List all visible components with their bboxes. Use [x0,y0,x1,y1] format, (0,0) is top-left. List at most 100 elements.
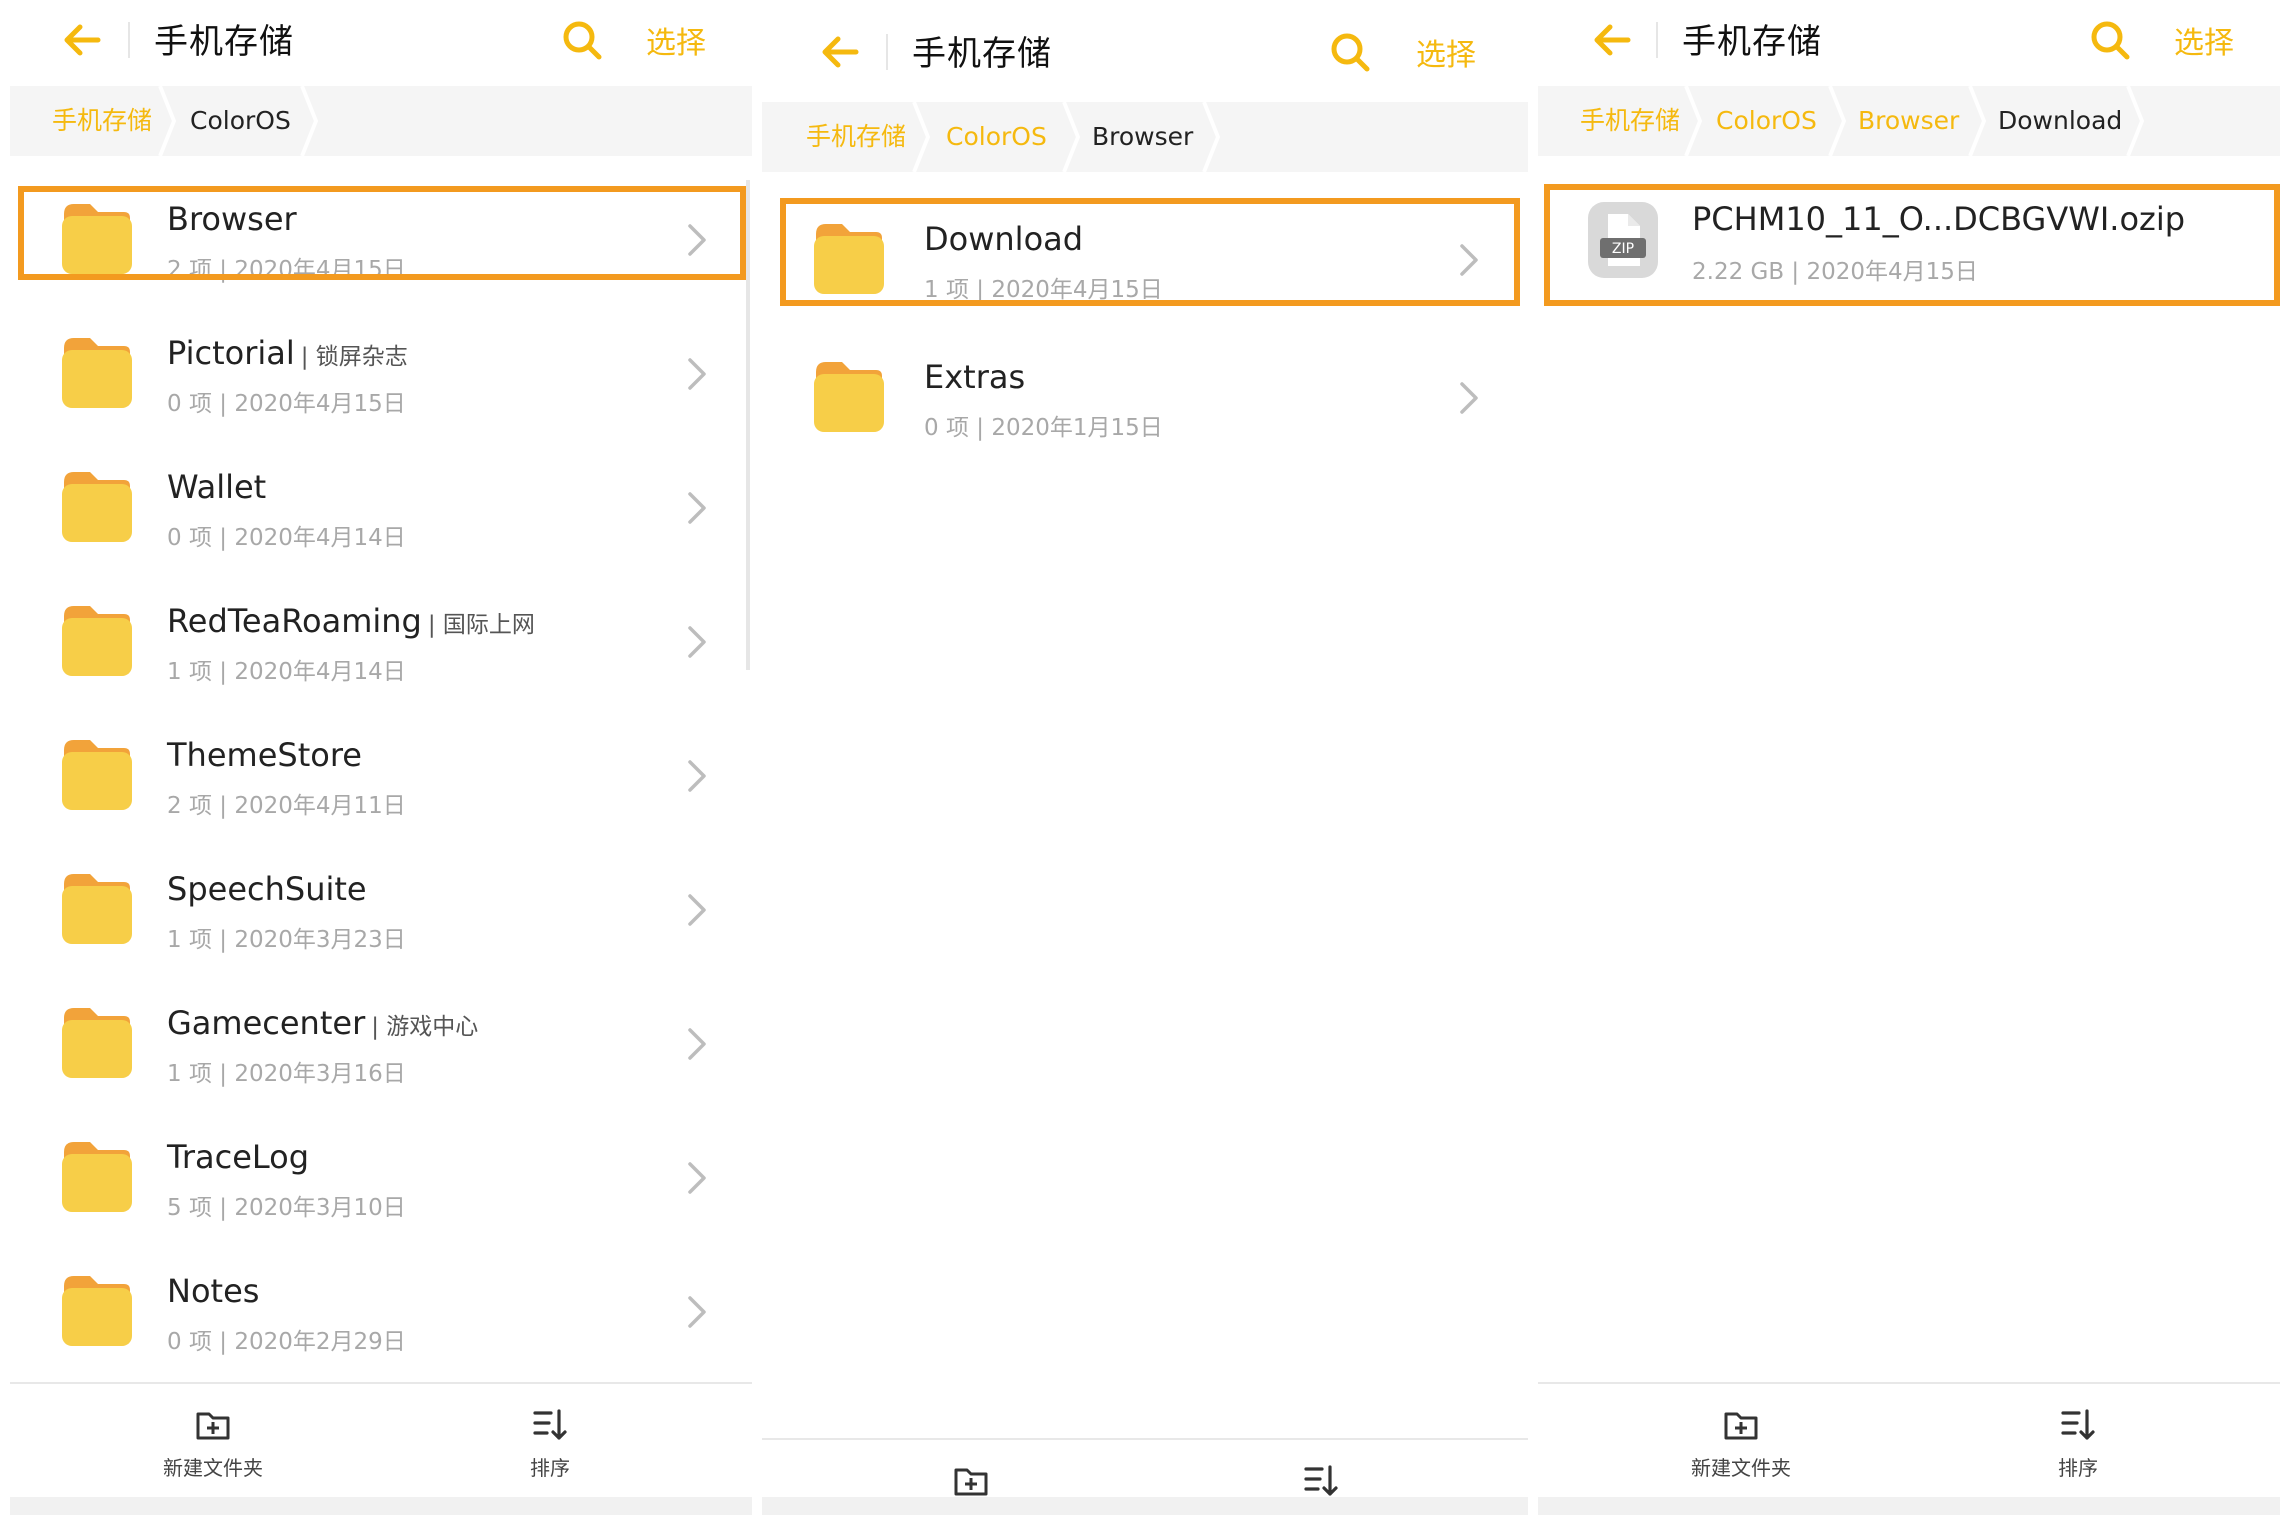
breadcrumb-item-download[interactable]: Download [1998,86,2122,156]
folder-name: Pictorial | 锁屏杂志 [167,334,408,372]
breadcrumb-item-phone-storage[interactable]: 手机存储 [52,86,152,156]
folder-name: Extras [924,358,1026,396]
new-folder-icon[interactable] [952,1462,990,1500]
chevron-right-icon [688,1028,706,1060]
breadcrumb-item-browser[interactable]: Browser [1858,86,1959,156]
list-item-folder[interactable]: Extras 0 项 | 2020年1月15日 [762,336,1528,456]
list-item-folder[interactable]: Gamecenter | 游戏中心 1 项 | 2020年3月16日 [10,982,752,1102]
breadcrumb-separator [2126,86,2145,156]
list-item-folder[interactable]: SpeechSuite 1 项 | 2020年3月23日 [10,848,752,968]
top-bar: 手机存储 选择 [1538,0,2280,80]
chevron-right-icon [688,626,706,658]
folder-name: Wallet [167,468,267,506]
folder-meta: 2 项 | 2020年4月11日 [167,793,406,819]
breadcrumb: 手机存储 ColorOS [10,86,752,156]
folder-name: Gamecenter | 游戏中心 [167,1004,479,1042]
new-folder-button[interactable]: 新建文件夹 [1691,1452,1791,1481]
page-title: 手机存储 [912,34,1052,74]
select-button[interactable]: 选择 [646,18,706,62]
folder-meta: 1 项 | 2020年3月16日 [167,1061,406,1087]
folder-icon [62,1008,132,1078]
arrow-left-icon[interactable] [818,30,862,74]
new-folder-icon[interactable] [1722,1406,1760,1444]
folder-tag: | 游戏中心 [371,1014,479,1040]
folder-icon [62,338,132,408]
chevron-right-icon [688,358,706,390]
search-icon[interactable] [560,18,604,62]
list-item-folder[interactable]: Wallet 0 项 | 2020年4月14日 [10,446,752,566]
folder-icon [814,362,884,432]
arrow-left-icon[interactable] [60,18,104,62]
list-item-folder[interactable]: Notes 0 项 | 2020年2月29日 [10,1250,752,1370]
list-item-folder[interactable]: Pictorial | 锁屏杂志 0 项 | 2020年4月15日 [10,312,752,432]
breadcrumb-separator [1062,102,1081,172]
file-manager-panel-download: 手机存储 选择 手机存储 ColorOS Browser Download ZI… [1538,0,2280,1515]
sort-icon[interactable] [531,1406,569,1444]
search-icon[interactable] [1328,30,1372,74]
new-folder-button[interactable]: 新建文件夹 [163,1452,263,1481]
breadcrumb-item-phone-storage[interactable]: 手机存储 [1580,86,1680,156]
chevron-right-icon [688,492,706,524]
sort-icon[interactable] [2059,1406,2097,1444]
top-bar: 手机存储 选择 [10,0,752,80]
new-folder-icon[interactable] [194,1406,232,1444]
folder-name: Notes [167,1272,260,1310]
highlight-box [18,186,746,280]
arrow-left-icon[interactable] [1590,18,1634,62]
chevron-right-icon [1460,382,1478,414]
chevron-right-icon [688,894,706,926]
sort-icon[interactable] [1302,1462,1340,1500]
title-divider [128,22,130,58]
breadcrumb-item-browser[interactable]: Browser [1092,102,1193,172]
bottom-toolbar: 新建文件夹 排序 [10,1382,752,1496]
folder-meta: 0 项 | 2020年4月14日 [167,525,406,551]
folder-name: SpeechSuite [167,870,367,908]
chevron-right-icon [688,1162,706,1194]
folder-meta: 1 项 | 2020年4月14日 [167,659,406,685]
chevron-right-icon [688,760,706,792]
highlight-box [1544,184,2280,306]
page-title: 手机存储 [154,22,294,62]
folder-meta: 1 项 | 2020年3月23日 [167,927,406,953]
search-icon[interactable] [2088,18,2132,62]
folder-meta: 0 项 | 2020年1月15日 [924,415,1163,441]
breadcrumb-separator [1202,102,1221,172]
title-divider [1656,22,1658,58]
top-bar: 手机存储 选择 [762,12,1528,92]
nav-bar-area [762,1497,1528,1515]
list-item-folder[interactable]: TraceLog 5 项 | 2020年3月10日 [10,1116,752,1236]
breadcrumb-item-coloros[interactable]: ColorOS [190,86,291,156]
nav-bar-area [10,1497,752,1515]
folder-name: TraceLog [167,1138,310,1176]
breadcrumb-item-coloros[interactable]: ColorOS [946,102,1047,172]
breadcrumb-separator [158,86,177,156]
file-manager-panel-coloros: 手机存储 选择 手机存储 ColorOS Browser 2 项 | 2020年… [10,0,752,1515]
folder-icon [62,740,132,810]
folder-meta: 5 项 | 2020年3月10日 [167,1195,406,1221]
folder-icon [62,1142,132,1212]
breadcrumb-item-coloros[interactable]: ColorOS [1716,86,1817,156]
folder-tag: | 国际上网 [427,612,535,638]
sort-button[interactable]: 排序 [530,1452,570,1481]
folder-name: ThemeStore [167,736,362,774]
list-item-folder[interactable]: ThemeStore 2 项 | 2020年4月11日 [10,714,752,834]
breadcrumb-separator [1968,86,1987,156]
select-button[interactable]: 选择 [1416,30,1476,74]
nav-bar-area [1538,1497,2280,1515]
breadcrumb-item-phone-storage[interactable]: 手机存储 [806,102,906,172]
folder-meta: 0 项 | 2020年2月29日 [167,1329,406,1355]
sort-button[interactable]: 排序 [2058,1452,2098,1481]
folder-icon [62,874,132,944]
chevron-right-icon [688,1296,706,1328]
page-title: 手机存储 [1682,22,1822,62]
breadcrumb: 手机存储 ColorOS Browser [762,102,1528,172]
folder-icon [62,472,132,542]
file-manager-panel-browser: 手机存储 选择 手机存储 ColorOS Browser Download 1 … [762,0,1528,1515]
folder-meta: 0 项 | 2020年4月15日 [167,391,406,417]
breadcrumb-separator [300,86,319,156]
folder-icon [62,1276,132,1346]
folder-name: RedTeaRoaming | 国际上网 [167,602,535,640]
title-divider [886,34,888,70]
select-button[interactable]: 选择 [2174,18,2234,62]
list-item-folder[interactable]: RedTeaRoaming | 国际上网 1 项 | 2020年4月14日 [10,580,752,700]
